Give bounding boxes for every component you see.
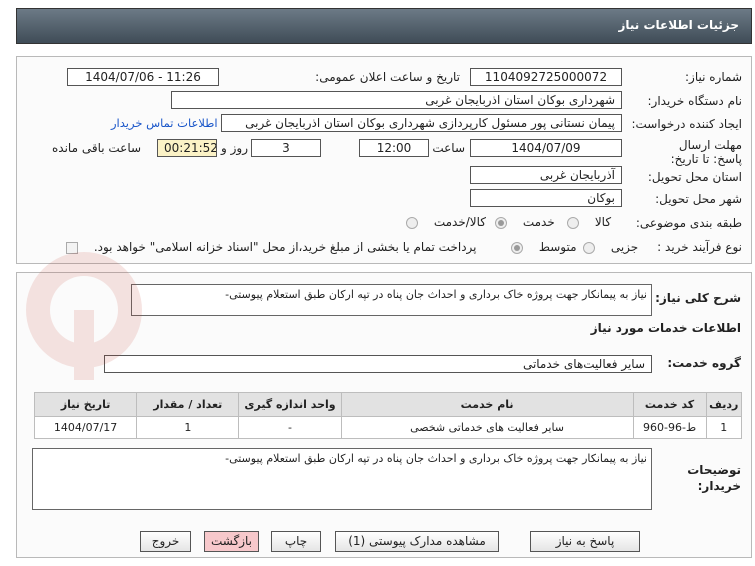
province-field: آذربایجان غربی xyxy=(470,166,622,184)
services-table: ردیف کد خدمت نام خدمت واحد اندازه گیری ت… xyxy=(33,392,743,439)
buyer-org-label: نام دستگاه خریدار: xyxy=(647,94,743,108)
summary-label: شرح کلی نیاز: xyxy=(655,291,741,305)
category-label: طبقه بندی موضوعی: xyxy=(635,216,742,230)
column-header: نام خدمت xyxy=(340,392,634,417)
process-label: نوع فرآیند خرید : xyxy=(657,240,742,254)
remaining-time-field: 00:21:52 xyxy=(157,139,217,157)
announce-datetime-field: 1404/07/06 - 11:26 xyxy=(67,68,219,86)
table-cell: 1404/07/17 xyxy=(33,416,138,439)
exit-button[interactable]: خروج xyxy=(140,531,191,552)
buyer-notes-label: توضیحات خریدار: xyxy=(687,463,741,493)
days-label: روز و xyxy=(221,141,248,155)
column-header: تاریخ نیاز xyxy=(33,392,138,417)
page-header: جزئیات اطلاعات نیاز xyxy=(16,8,752,44)
column-header: کد خدمت xyxy=(632,392,707,417)
buyer-notes-text: نیاز به پیمانکار جهت پروژه خاک برداری و … xyxy=(225,452,647,465)
days-field: 3 xyxy=(251,139,321,157)
radio-icon xyxy=(406,216,418,229)
services-section-title: اطلاعات خدمات مورد نیاز xyxy=(590,321,741,335)
need-number-label: شماره نیاز: xyxy=(685,70,742,84)
treasury-payment-note: پرداخت تمام یا بخشی از مبلغ خرید،از محل … xyxy=(93,240,477,254)
process-option-medium[interactable]: متوسط xyxy=(511,240,577,254)
column-header: ردیف xyxy=(705,392,743,417)
process-option-minor[interactable]: جزیی xyxy=(583,240,638,254)
deadline-date-field: 1404/07/09 xyxy=(470,139,622,157)
table-cell: ط-96-960 xyxy=(632,416,707,439)
table-cell: 1 xyxy=(705,416,743,439)
page-title: جزئیات اطلاعات نیاز xyxy=(618,18,739,32)
city-field: بوکان xyxy=(470,189,622,207)
column-header: واحد اندازه گیری xyxy=(238,392,342,417)
back-button[interactable]: بازگشت xyxy=(204,531,259,552)
remaining-label: ساعت باقی مانده xyxy=(52,141,142,155)
summary-textarea: نیاز به پیمانکار جهت پروژه خاک برداری و … xyxy=(131,284,652,316)
deadline-time-label: ساعت xyxy=(432,141,465,155)
reply-button[interactable]: پاسخ به نیاز xyxy=(530,531,640,552)
category-option-service[interactable]: خدمت xyxy=(495,215,555,229)
attachments-button[interactable]: مشاهده مدارک پیوستی (1) xyxy=(335,531,499,552)
radio-icon xyxy=(583,241,595,254)
radio-icon xyxy=(567,216,579,229)
summary-text: نیاز به پیمانکار جهت پروژه خاک برداری و … xyxy=(225,288,647,301)
buyer-notes-textarea: نیاز به پیمانکار جهت پروژه خاک برداری و … xyxy=(32,448,652,510)
creator-label: ایجاد کننده درخواست: xyxy=(631,117,742,131)
table-cell: سایر فعالیت های خدماتی شخصی xyxy=(340,416,634,439)
deadline-time-field: 12:00 xyxy=(359,139,429,157)
radio-selected-icon xyxy=(495,216,507,229)
table-header-row: ردیف کد خدمت نام خدمت واحد اندازه گیری ت… xyxy=(33,392,743,417)
need-number-field: 1104092725000072 xyxy=(470,68,622,86)
category-option-goods[interactable]: کالا xyxy=(567,215,611,229)
city-label: شهر محل تحویل: xyxy=(655,192,742,206)
service-group-field: سایر فعالیت‌های خدماتی xyxy=(104,355,652,373)
checkbox-icon xyxy=(66,241,78,254)
province-label: استان محل تحویل: xyxy=(647,170,742,184)
radio-selected-icon xyxy=(511,241,523,254)
buyer-org-field: شهرداری بوکان استان اذربایجان غربی xyxy=(171,91,622,109)
buyer-contact-link[interactable]: اطلاعات تماس خریدار xyxy=(111,116,218,130)
announce-label: تاریخ و ساعت اعلان عمومی: xyxy=(315,70,460,84)
service-group-label: گروه خدمت: xyxy=(667,356,741,370)
table-cell: - xyxy=(238,416,342,439)
table-cell: 1 xyxy=(136,416,240,439)
treasury-payment-option[interactable]: پرداخت تمام یا بخشی از مبلغ خرید،از محل … xyxy=(66,240,477,254)
deadline-label: مهلت ارسال پاسخ: تا تاریخ: xyxy=(670,138,742,166)
creator-field: پیمان نستانی پور مسئول کارپردازی شهرداری… xyxy=(221,114,622,132)
print-button[interactable]: چاپ xyxy=(271,531,321,552)
need-info-panel xyxy=(16,56,752,264)
column-header: تعداد / مقدار xyxy=(136,392,240,417)
table-row: 1 ط-96-960 سایر فعالیت های خدماتی شخصی -… xyxy=(33,416,743,439)
category-option-goods-service[interactable]: کالا/خدمت xyxy=(406,215,486,229)
